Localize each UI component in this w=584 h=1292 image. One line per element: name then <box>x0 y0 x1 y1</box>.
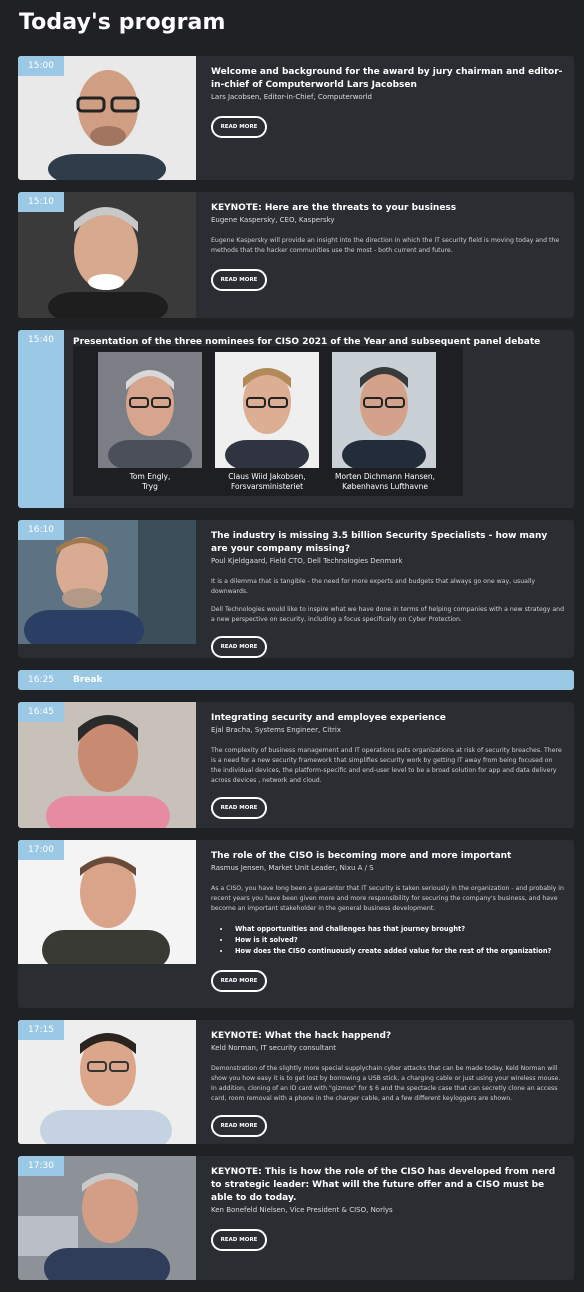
read-more-button[interactable]: READ MORE <box>211 797 267 819</box>
session-card: 15:00 Welcome and background for the awa… <box>18 56 574 180</box>
nominee-org: Forsvarsministeriet <box>230 482 304 491</box>
session-speaker: Ejal Bracha, Systems Engineer, Citrix <box>211 726 341 734</box>
session-speaker: Ken Bonefeld Nielsen, Vice President & C… <box>211 1206 393 1214</box>
session-speaker: Lars Jacobsen, Editor-in-Chief, Computer… <box>211 93 372 101</box>
session-card: 15:40 Presentation of the three nominees… <box>18 330 574 508</box>
session-speaker: Keld Norman, IT security consultant <box>211 1044 336 1052</box>
session-time: 17:00 <box>18 840 64 860</box>
session-title: Integrating security and employee experi… <box>211 713 446 723</box>
nominee-name: Claus Wiid Jakobsen, <box>228 472 306 481</box>
read-more-button[interactable]: READ MORE <box>211 116 267 138</box>
break-bar: 16:25 Break <box>18 670 574 690</box>
bullet-list: What opportunities and challenges has th… <box>211 924 564 957</box>
session-card: 15:10 KEYNOTE: Here are the threats to y… <box>18 192 574 318</box>
session-title: KEYNOTE: What the hack happend? <box>211 1031 392 1041</box>
session-title: The industry is missing 3.5 billion Secu… <box>211 531 548 554</box>
read-more-button[interactable]: READ MORE <box>211 970 267 992</box>
session-description: The complexity of business management an… <box>211 747 562 784</box>
session-speaker: Poul Kjeldgaard, Field CTO, Dell Technol… <box>211 557 403 565</box>
session-time: 17:15 <box>18 1020 64 1040</box>
session-description: It is a dilemma that is tangible - the n… <box>211 578 536 595</box>
nominee-org: Københavns Lufthavne <box>342 482 428 491</box>
read-more-button[interactable]: READ MORE <box>211 1115 267 1137</box>
break-label: Break <box>73 675 103 685</box>
session-time: 16:45 <box>18 702 64 722</box>
bullet-item: How is it solved? <box>231 935 564 946</box>
session-time: 15:40 <box>18 330 64 508</box>
read-more-button[interactable]: READ MORE <box>211 1229 267 1251</box>
session-title: KEYNOTE: Here are the threats to your bu… <box>211 203 457 213</box>
session-title: Welcome and background for the award by … <box>211 67 563 90</box>
bullet-item: How does the CISO continuously create ad… <box>231 946 564 957</box>
read-more-button[interactable]: READ MORE <box>211 269 267 291</box>
nominee-name: Tom Engly, <box>129 472 171 481</box>
page-title: Today's program <box>19 10 226 35</box>
session-speaker: Eugene Kaspersky, CEO, Kaspersky <box>211 216 335 224</box>
session-card: 17:00 The role of the CISO is becoming m… <box>18 840 574 1008</box>
session-description: As a CISO, you have long been a guaranto… <box>211 885 564 912</box>
session-time: 16:10 <box>18 520 64 540</box>
session-title: KEYNOTE: This is how the role of the CIS… <box>211 1167 556 1203</box>
session-card: 16:45 Integrating security and employee … <box>18 702 574 828</box>
nominee-org: Tryg <box>142 482 158 491</box>
session-card: 17:30 KEYNOTE: This is how the role of t… <box>18 1156 574 1280</box>
session-card: 17:15 KEYNOTE: What the hack happend? Ke… <box>18 1020 574 1144</box>
session-title: The role of the CISO is becoming more an… <box>211 851 512 861</box>
session-description: Eugene Kaspersky will provide an insight… <box>211 237 560 254</box>
session-description: Dell Technologies would like to inspire … <box>211 606 565 623</box>
session-description: Demonstration of the slightly more speci… <box>211 1065 561 1102</box>
nominees-image: Tom Engly, Tryg Claus Wiid Jakobsen, For… <box>73 346 463 496</box>
session-speaker: Rasmus Jensen, Market Unit Leader, Nixu … <box>211 864 374 872</box>
session-time: 16:25 <box>28 675 54 685</box>
nominee-name: Morten Dichmann Hansen, <box>334 472 435 481</box>
session-time: 17:30 <box>18 1156 64 1176</box>
read-more-button[interactable]: READ MORE <box>211 636 267 658</box>
session-card: 16:10 The industry is missing 3.5 billio… <box>18 520 574 658</box>
bullet-item: What opportunities and challenges has th… <box>231 924 564 935</box>
session-time: 15:00 <box>18 56 64 76</box>
session-time: 15:10 <box>18 192 64 212</box>
